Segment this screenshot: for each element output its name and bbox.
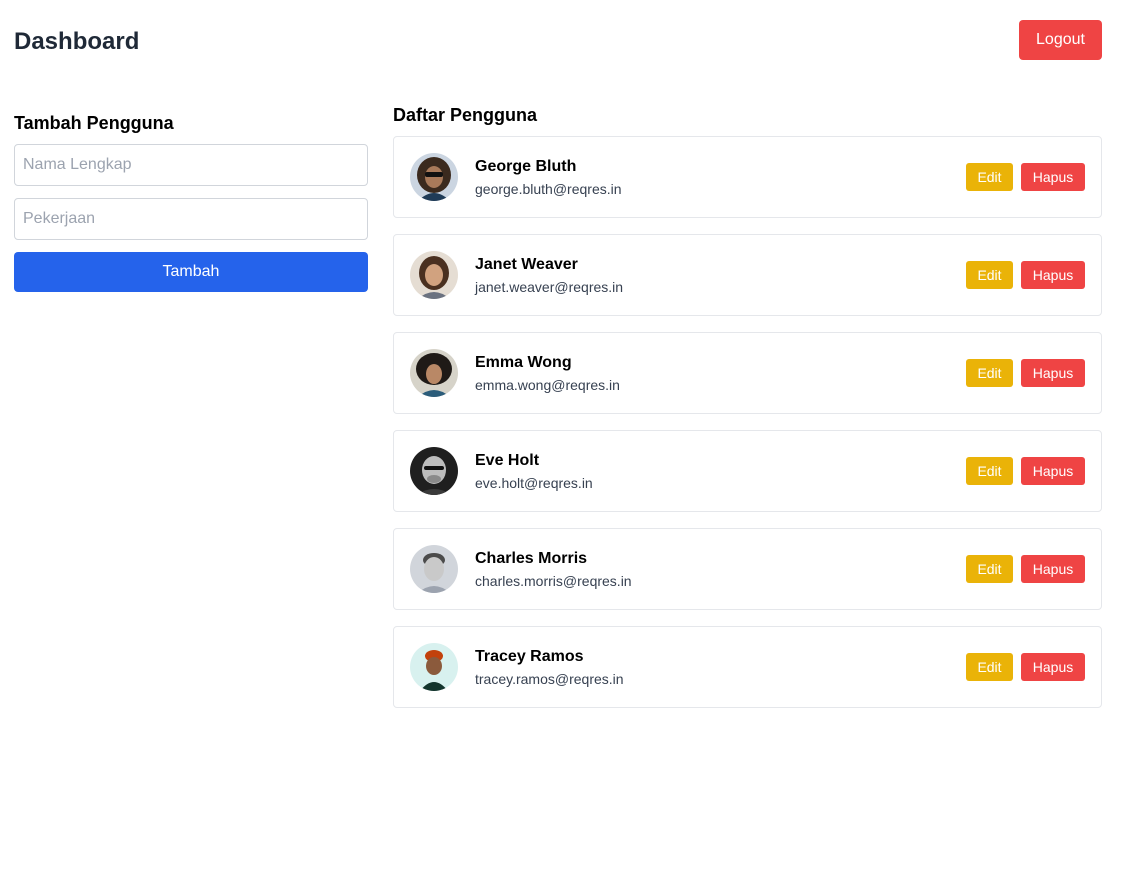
avatar-photo-icon [410, 251, 458, 299]
user-card: Emma Wong emma.wong@reqres.in Edit Hapus [393, 332, 1102, 414]
user-email: eve.holt@reqres.in [475, 474, 593, 491]
user-email: george.bluth@reqres.in [475, 180, 622, 197]
user-name: Tracey Ramos [475, 647, 584, 665]
delete-user-button[interactable]: Hapus [1021, 261, 1085, 289]
delete-user-button[interactable]: Hapus [1021, 457, 1085, 485]
user-email: janet.weaver@reqres.in [475, 278, 624, 295]
avatar-photo-icon [410, 545, 458, 593]
user-list: Daftar Pengguna George Bluth george.blut… [393, 104, 1102, 724]
full-name-input[interactable] [14, 144, 368, 186]
user-card: George Bluth george.bluth@reqres.in Edit… [393, 136, 1102, 218]
user-card: Tracey Ramos tracey.ramos@reqres.in Edit… [393, 626, 1102, 708]
edit-user-button[interactable]: Edit [966, 653, 1013, 681]
user-email: charles.morris@reqres.in [475, 572, 632, 589]
edit-user-button[interactable]: Edit [966, 457, 1013, 485]
user-list-title: Daftar Pengguna [393, 105, 538, 125]
add-user-title: Tambah Pengguna [14, 113, 174, 133]
logout-button[interactable]: Logout [1019, 20, 1102, 60]
delete-user-button[interactable]: Hapus [1021, 163, 1085, 191]
avatar-photo-icon [410, 447, 458, 495]
user-name: Emma Wong [475, 353, 572, 371]
user-name: George Bluth [475, 157, 577, 175]
user-name: Charles Morris [475, 549, 588, 567]
avatar-photo-icon [410, 349, 458, 397]
user-card: Eve Holt eve.holt@reqres.in Edit Hapus [393, 430, 1102, 512]
job-input[interactable] [14, 198, 368, 240]
user-email: tracey.ramos@reqres.in [475, 670, 624, 687]
user-name: Janet Weaver [475, 255, 578, 273]
avatar-photo-icon [410, 153, 458, 201]
delete-user-button[interactable]: Hapus [1021, 653, 1085, 681]
edit-user-button[interactable]: Edit [966, 359, 1013, 387]
delete-user-button[interactable]: Hapus [1021, 555, 1085, 583]
user-card: Janet Weaver janet.weaver@reqres.in Edit… [393, 234, 1102, 316]
edit-user-button[interactable]: Edit [966, 261, 1013, 289]
add-user-form: Tambah Pengguna Tambah [14, 112, 368, 292]
user-email: emma.wong@reqres.in [475, 376, 620, 393]
delete-user-button[interactable]: Hapus [1021, 359, 1085, 387]
user-name: Eve Holt [475, 451, 540, 469]
page-title: Dashboard [14, 28, 140, 55]
user-card: Charles Morris charles.morris@reqres.in … [393, 528, 1102, 610]
add-user-button[interactable]: Tambah [14, 252, 368, 292]
dashboard-page: Dashboard Logout Tambah Pengguna Tambah … [0, 0, 1125, 894]
edit-user-button[interactable]: Edit [966, 163, 1013, 191]
edit-user-button[interactable]: Edit [966, 555, 1013, 583]
avatar-photo-icon [410, 643, 458, 691]
